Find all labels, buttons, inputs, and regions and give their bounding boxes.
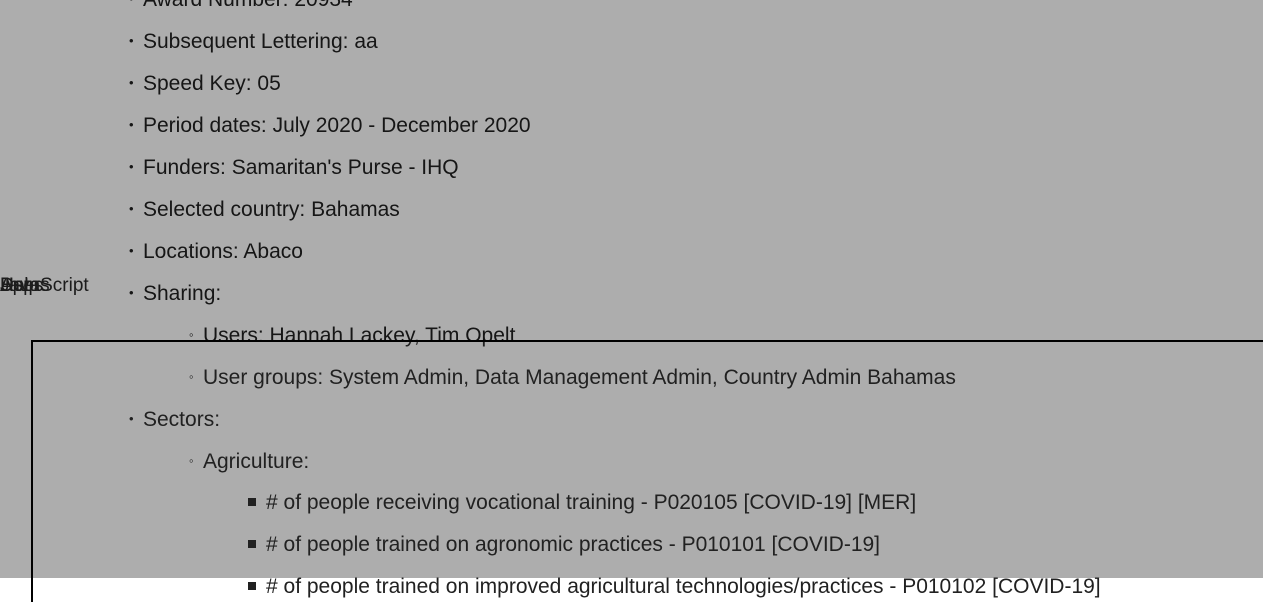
- modal-panel: [31, 340, 1263, 602]
